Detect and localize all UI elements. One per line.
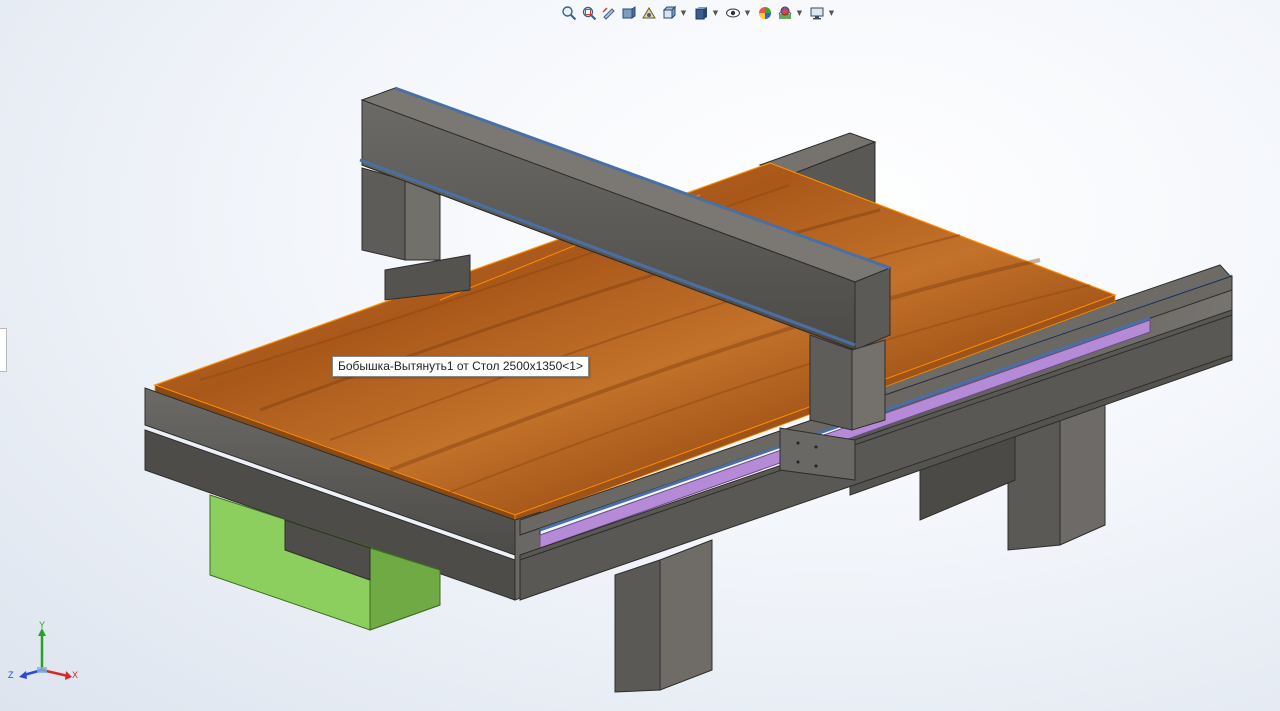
feature-tooltip: Бобышка-Вытянуть1 от Стол 2500x1350<1> [332,356,589,377]
apply-scene-icon[interactable] [776,4,794,22]
dynamic-annotation-icon[interactable] [640,4,658,22]
graphics-area[interactable] [0,0,1280,711]
previous-view-icon[interactable] [600,4,618,22]
collapsed-panel-tab[interactable] [0,328,7,372]
view-settings-dropdown[interactable]: ▼ [828,4,835,22]
y-axis-label: Y [39,620,46,630]
zoom-to-fit-icon[interactable] [560,4,578,22]
heads-up-view-toolbar: ▼ ▼ ▼ ▼ ▼ [560,2,838,24]
zoom-to-area-icon[interactable] [580,4,598,22]
view-settings-icon[interactable] [808,4,826,22]
view-orientation-icon[interactable] [660,4,678,22]
view-orientation-dropdown[interactable]: ▼ [680,4,687,22]
edit-appearance-icon[interactable] [756,4,774,22]
cnc-table-model[interactable] [0,0,1280,711]
section-view-icon[interactable] [620,4,638,22]
apply-scene-dropdown[interactable]: ▼ [796,4,803,22]
hide-show-items-dropdown[interactable]: ▼ [744,4,751,22]
display-style-dropdown[interactable]: ▼ [712,4,719,22]
coordinate-triad: Y X Z [6,620,86,690]
x-axis-label: X [72,670,79,680]
z-axis-label: Z [8,670,14,680]
hide-show-items-icon[interactable] [724,4,742,22]
display-style-icon[interactable] [692,4,710,22]
